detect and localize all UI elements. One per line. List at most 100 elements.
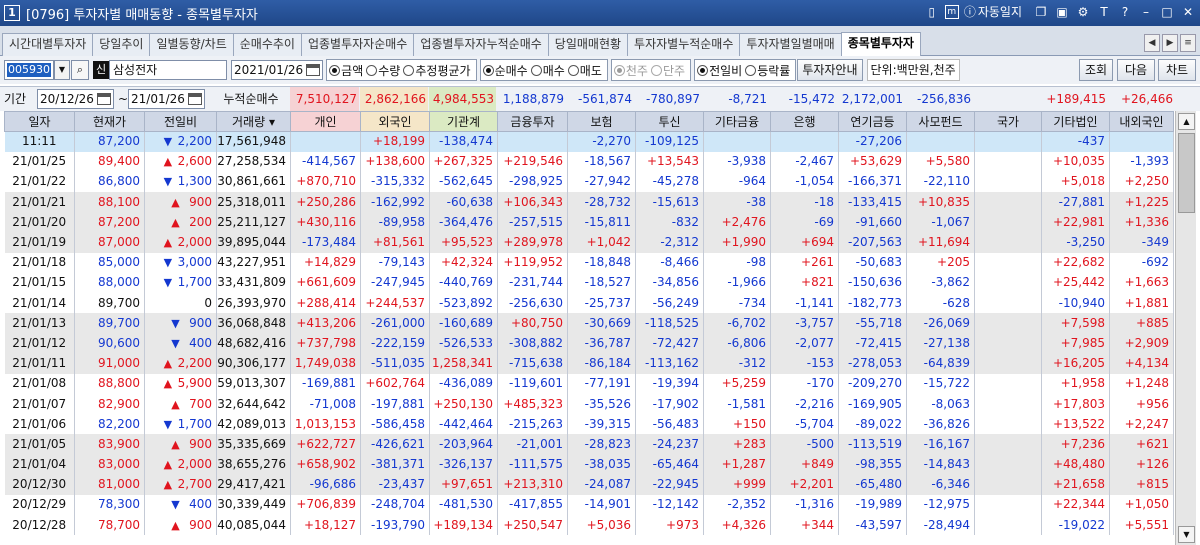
column-header[interactable]: 보험 <box>567 111 636 132</box>
column-header[interactable]: 외국인 <box>360 111 430 132</box>
radio-net-buy[interactable]: 순매수 <box>482 62 528 79</box>
investor-value-cell <box>974 293 1042 314</box>
radio-quantity[interactable]: 수량 <box>366 62 400 79</box>
table-row[interactable]: 21/01/07 82,900 ▲ 700 32,644,642 -71,008 -197… <box>4 393 1174 415</box>
column-header[interactable]: 거래량 ▾ <box>216 111 291 132</box>
table-row[interactable]: 21/01/14 89,700 0 26,393,970 +288,414 +244,5… <box>4 293 1174 314</box>
tab-next-icon[interactable]: ▶ <box>1162 34 1178 52</box>
radio-avg-price[interactable]: 추정평균가 <box>403 62 471 79</box>
column-header[interactable]: 기타금융 <box>703 111 771 132</box>
investor-value-cell: -98,355 <box>838 454 907 475</box>
table-row[interactable]: 21/01/13 89,700 ▼ 900 36,068,848 +413,206 -26… <box>4 313 1174 334</box>
table-row[interactable]: 20/12/28 78,700 ▲ 900 40,085,044 +18,127 -193… <box>4 515 1174 536</box>
scroll-up-icon[interactable]: ▲ <box>1178 113 1195 130</box>
tab-investor-cum[interactable]: 투자자별누적순매수 <box>627 33 741 56</box>
tab-daily-trend[interactable]: 당일추이 <box>92 33 151 56</box>
investor-guide-button[interactable]: 투자자안내 <box>797 59 863 81</box>
table-row[interactable]: 21/01/04 83,000 ▲ 2,000 38,655,276 +658,902 -3… <box>4 454 1174 475</box>
column-header[interactable]: 기타법인 <box>1041 111 1110 132</box>
table-row[interactable]: 21/01/20 87,200 ▲ 200 25,211,127 +430,116 -89… <box>4 212 1174 233</box>
search-icon[interactable]: ⌕ <box>71 60 89 80</box>
next-button[interactable]: 다음 <box>1117 59 1155 81</box>
table-row[interactable]: 21/01/18 85,000 ▼ 3,000 43,227,951 +14,829 -79… <box>4 252 1174 273</box>
window-copy-icon[interactable]: ❐ <box>1033 4 1049 20</box>
font-icon[interactable]: T <box>1096 4 1112 20</box>
table-row[interactable]: 21/01/25 89,400 ▲ 2,600 27,258,534 -414,567 +1… <box>4 151 1174 172</box>
volume-dropdown-icon[interactable]: ▾ <box>265 115 275 129</box>
tab-sector-net-buy[interactable]: 업종별투자자순매수 <box>300 33 415 56</box>
link-icon[interactable]: m <box>944 4 959 19</box>
tab-list-icon[interactable]: ≡ <box>1180 34 1196 52</box>
memo-icon[interactable]: ▯ <box>924 4 940 20</box>
period-to-field[interactable]: 21/01/26 <box>128 89 205 109</box>
table-row[interactable]: 21/01/21 88,100 ▲ 900 25,318,011 +250,286 -16… <box>4 192 1174 213</box>
radio-prev-diff[interactable]: 전일비 <box>697 62 742 79</box>
table-row[interactable]: 21/01/22 86,800 ▼ 1,300 30,861,661 +870,710 -3… <box>4 171 1174 193</box>
scroll-down-icon[interactable]: ▼ <box>1178 526 1195 543</box>
from-calendar-icon[interactable] <box>96 93 111 105</box>
column-header[interactable]: 금융투자 <box>497 111 568 132</box>
vertical-scrollbar[interactable]: ▲ ▼ <box>1175 111 1196 545</box>
stock-name-field[interactable]: 삼성전자 <box>109 60 227 80</box>
table-row[interactable]: 20/12/30 81,000 ▲ 2,700 29,417,421 -96,686 -23… <box>4 474 1174 495</box>
investor-value-cell: +5,036 <box>567 515 636 536</box>
scroll-thumb[interactable] <box>1178 133 1195 213</box>
help-icon[interactable]: ? <box>1117 4 1133 20</box>
close-icon[interactable]: ✕ <box>1180 4 1196 20</box>
autolog-button[interactable]: ⓘ 자동일지 <box>964 3 1022 20</box>
to-calendar-icon[interactable] <box>187 93 202 105</box>
calendar-icon[interactable] <box>306 64 321 76</box>
tab-today-status[interactable]: 당일매매현황 <box>547 33 629 56</box>
minimize-icon[interactable]: – <box>1138 4 1154 20</box>
radio-single-shares[interactable]: 단주 <box>650 62 685 79</box>
search-button[interactable]: 조회 <box>1079 59 1113 81</box>
investor-value-cell: +18,127 <box>290 515 361 536</box>
column-header[interactable]: 사모펀드 <box>906 111 975 132</box>
table-row[interactable]: 21/01/11 91,000 ▲ 2,200 90,306,177 1,749,038-… <box>4 353 1174 374</box>
screen-icon[interactable]: ▣ <box>1054 4 1070 20</box>
table-row[interactable]: 21/01/05 83,900 ▲ 900 35,335,669 +622,727 -42… <box>4 434 1174 455</box>
tab-investor-daily[interactable]: 투자자별일별매매 <box>739 33 842 56</box>
radio-thousand-shares[interactable]: 천주 <box>613 62 648 79</box>
table-row[interactable]: 11:11 87,200 ▼ 2,200 17,561,948 +18,199 -138,4… <box>4 131 1174 152</box>
tab-sector-cum-net-buy[interactable]: 업종별투자자누적순매수 <box>413 33 549 56</box>
tab-prev-icon[interactable]: ◀ <box>1144 34 1160 52</box>
column-header[interactable]: 일자 <box>4 111 75 132</box>
table-row[interactable]: 20/12/29 78,300 ▼ 400 30,339,449 +706,839 -24… <box>4 494 1174 516</box>
column-header[interactable]: 기관계 <box>429 111 498 132</box>
table-row[interactable]: 21/01/06 82,200 ▼ 1,700 42,089,013 1,013,153-… <box>4 414 1174 435</box>
code-dropdown-icon[interactable]: ▼ <box>54 60 70 80</box>
radio-amount[interactable]: 금액 <box>329 62 363 79</box>
column-header[interactable]: 연기금등 <box>838 111 907 132</box>
date-cell: 21/01/18 <box>4 252 75 273</box>
table-row[interactable]: 21/01/15 88,000 ▼ 1,700 33,431,809 +661,609 -2… <box>4 272 1174 293</box>
table-row[interactable]: 21/01/08 88,800 ▲ 5,900 59,013,307 -169,881 +6… <box>4 373 1174 394</box>
column-header[interactable]: 은행 <box>770 111 839 132</box>
table-row[interactable]: 21/01/19 87,000 ▲ 2,000 39,895,044 -173,484 +8… <box>4 232 1174 253</box>
stock-code-input[interactable]: 005930 <box>4 60 54 80</box>
radio-change-rate[interactable]: 등락률 <box>745 62 790 79</box>
tab-net-buy-trend[interactable]: 순매수추이 <box>232 33 302 56</box>
date-cell: 21/01/19 <box>4 232 75 253</box>
period-from-field[interactable]: 20/12/26 <box>37 89 114 109</box>
column-header[interactable]: 전일비 <box>144 111 217 132</box>
column-header[interactable]: 내외국인 <box>1109 111 1174 132</box>
column-header[interactable]: 국가 <box>974 111 1042 132</box>
chart-button[interactable]: 차트 <box>1158 59 1196 81</box>
volume-cell: 25,318,011 <box>216 192 291 213</box>
table-row[interactable]: 21/01/12 90,600 ▼ 400 48,682,416 +737,798 -22… <box>4 333 1174 354</box>
column-header-label: 내외국인 <box>1119 115 1164 129</box>
settings-icon[interactable]: ⚙ <box>1075 4 1091 20</box>
tab-time-investor[interactable]: 시간대별투자자 <box>2 33 94 56</box>
price-cell: 89,700 <box>74 313 145 334</box>
column-header[interactable]: 현재가 <box>74 111 145 132</box>
column-header[interactable]: 개인 <box>290 111 361 132</box>
tab-daily-chart[interactable]: 일별동향/차트 <box>149 33 234 56</box>
stock-code: 005930 <box>7 63 51 77</box>
radio-sell[interactable]: 매도 <box>567 62 602 79</box>
tab-stock-investor[interactable]: 종목별투자자 <box>840 32 921 56</box>
radio-buy[interactable]: 매수 <box>530 62 565 79</box>
column-header[interactable]: 투신 <box>635 111 704 132</box>
maximize-icon[interactable]: □ <box>1159 4 1175 20</box>
date-field[interactable]: 2021/01/26 <box>231 60 324 80</box>
